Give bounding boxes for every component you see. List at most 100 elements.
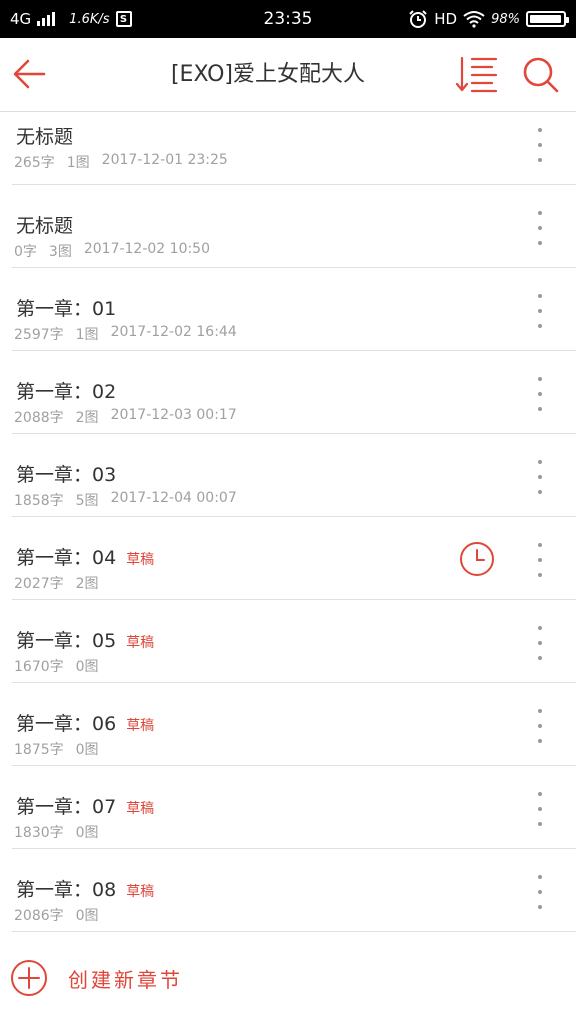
chapter-title-line: 第一章：07 草稿 [16, 792, 154, 819]
more-options-icon[interactable] [532, 128, 548, 162]
chapter-title: 第一章：05 [16, 630, 117, 652]
hd-label: HD [434, 10, 458, 28]
draft-badge: 草稿 [126, 552, 155, 568]
chapter-meta: 265字 1图 2017-12-01 23:25 [14, 152, 228, 172]
chapter-words: 1875字 [14, 742, 64, 758]
chapter-title: 第一章：08 [16, 879, 117, 901]
chapter-title-line: 第一章：08 草稿 [16, 875, 154, 902]
chapter-words: 265字 [14, 155, 55, 171]
chapter-meta: 1858字 5图 2017-12-04 00:07 [14, 490, 237, 510]
chapter-title-line: 第一章：06 草稿 [16, 709, 154, 736]
more-options-icon[interactable] [532, 792, 548, 826]
chapter-title-line: 无标题 [16, 122, 73, 149]
more-options-icon[interactable] [532, 543, 548, 577]
draft-badge: 草稿 [126, 635, 155, 651]
chapter-title: 第一章：07 [16, 796, 117, 818]
chapter-images: 2图 [75, 576, 99, 592]
create-chapter-label: 创建新章节 [68, 967, 183, 992]
chapter-words: 2086字 [14, 908, 64, 924]
chapter-row[interactable]: 第一章：08 草稿 2086字 0图 [12, 849, 576, 932]
status-left: 4G 1.6K/s S [10, 10, 132, 28]
chapter-words: 1670字 [14, 659, 64, 675]
chapter-words: 2027字 [14, 576, 64, 592]
chapter-title-line: 第一章：02 [16, 377, 116, 404]
chapter-meta: 1830字 0图 [14, 822, 99, 842]
draft-badge: 草稿 [126, 718, 155, 734]
draft-badge: 草稿 [126, 801, 155, 817]
network-speed: 1.6K/s [69, 11, 110, 27]
app-header: [EXO]爱上女配大人 [0, 38, 576, 112]
chapter-title: 第一章：01 [16, 298, 117, 320]
chapter-title: 无标题 [16, 215, 74, 237]
wifi-icon [463, 11, 485, 28]
chapter-list: 无标题 265字 1图 2017-12-01 23:25 无标题 0字 3图 2017-12-… [0, 112, 576, 932]
chapter-meta: 2597字 1图 2017-12-02 16:44 [14, 324, 237, 344]
status-right: HD 98% [408, 9, 569, 29]
chapter-images: 3图 [48, 244, 72, 260]
chapter-title-line: 第一章：05 草稿 [16, 626, 154, 653]
chapter-row[interactable]: 第一章：05 草稿 1670字 0图 [12, 600, 576, 683]
chapter-images: 0图 [75, 742, 99, 758]
network-type: 4G [10, 10, 32, 28]
chapter-row[interactable]: 第一章：01 2597字 1图 2017-12-02 16:44 [12, 268, 576, 351]
add-circle-icon [11, 960, 47, 996]
battery-percent: 98% [491, 11, 520, 27]
chapter-meta: 2027字 2图 [14, 573, 99, 593]
chapter-title: 第一章：02 [16, 381, 117, 403]
chapter-words: 1858字 [14, 493, 64, 509]
chapter-datetime: 2017-12-02 16:44 [110, 324, 237, 340]
chapter-title-line: 第一章：01 [16, 294, 116, 321]
chapter-words: 0字 [14, 244, 37, 260]
chapter-images: 0图 [75, 825, 99, 841]
chapter-title-line: 第一章：04 草稿 [16, 543, 154, 570]
more-options-icon[interactable] [532, 875, 548, 909]
more-options-icon[interactable] [532, 377, 548, 411]
chapter-row[interactable]: 第一章：06 草稿 1875字 0图 [12, 683, 576, 766]
more-options-icon[interactable] [532, 294, 548, 328]
chapter-row[interactable]: 第一章：03 1858字 5图 2017-12-04 00:07 [12, 434, 576, 517]
battery-icon [526, 11, 569, 27]
chapter-datetime: 2017-12-03 00:17 [110, 407, 237, 423]
search-button[interactable] [520, 54, 560, 94]
chapter-meta: 1670字 0图 [14, 656, 99, 676]
chapter-meta: 1875字 0图 [14, 739, 99, 759]
more-options-icon[interactable] [532, 211, 548, 245]
chapter-title: 第一章：06 [16, 713, 117, 735]
sort-button[interactable] [455, 56, 498, 94]
chapter-row[interactable]: 无标题 0字 3图 2017-12-02 10:50 [12, 185, 576, 268]
chapter-images: 2图 [75, 410, 99, 426]
battery-fill [530, 15, 562, 23]
chapter-title-line: 无标题 [16, 211, 73, 238]
more-options-icon[interactable] [532, 709, 548, 743]
alarm-icon [409, 10, 427, 28]
chapter-images: 1图 [75, 327, 99, 343]
chapter-title: 无标题 [16, 126, 74, 148]
chapter-datetime: 2017-12-04 00:07 [110, 490, 237, 506]
chapter-words: 2597字 [14, 327, 64, 343]
chapter-row[interactable]: 无标题 265字 1图 2017-12-01 23:25 [12, 112, 576, 185]
chapter-row[interactable]: 第一章：02 2088字 2图 2017-12-03 00:17 [12, 351, 576, 434]
chapter-title-line: 第一章：03 [16, 460, 116, 487]
page-title: [EXO]爱上女配大人 [170, 62, 366, 87]
chapter-images: 0图 [75, 908, 99, 924]
chapter-row[interactable]: 第一章：07 草稿 1830字 0图 [12, 766, 576, 849]
create-chapter-button[interactable]: 创建新章节 [0, 945, 576, 1011]
chapter-meta: 2088字 2图 2017-12-03 00:17 [14, 407, 237, 427]
draft-badge: 草稿 [126, 884, 155, 900]
chapter-datetime: 2017-12-02 10:50 [83, 241, 211, 257]
chapter-meta: 2086字 0图 [14, 905, 99, 925]
clock-icon[interactable] [459, 541, 495, 577]
more-options-icon[interactable] [532, 626, 548, 660]
chapter-words: 1830字 [14, 825, 64, 841]
chapter-title: 第一章：03 [16, 464, 117, 486]
chapter-images: 5图 [75, 493, 99, 509]
chapter-images: 0图 [75, 659, 99, 675]
chapter-words: 2088字 [14, 410, 64, 426]
more-options-icon[interactable] [532, 460, 548, 494]
chapter-row[interactable]: 第一章：04 草稿 2027字 2图 [12, 517, 576, 600]
arrow-left-icon [13, 59, 46, 89]
chapter-images: 1图 [66, 155, 90, 171]
sim-badge: S [115, 11, 132, 27]
back-button[interactable] [10, 54, 50, 94]
search-icon [523, 57, 559, 93]
